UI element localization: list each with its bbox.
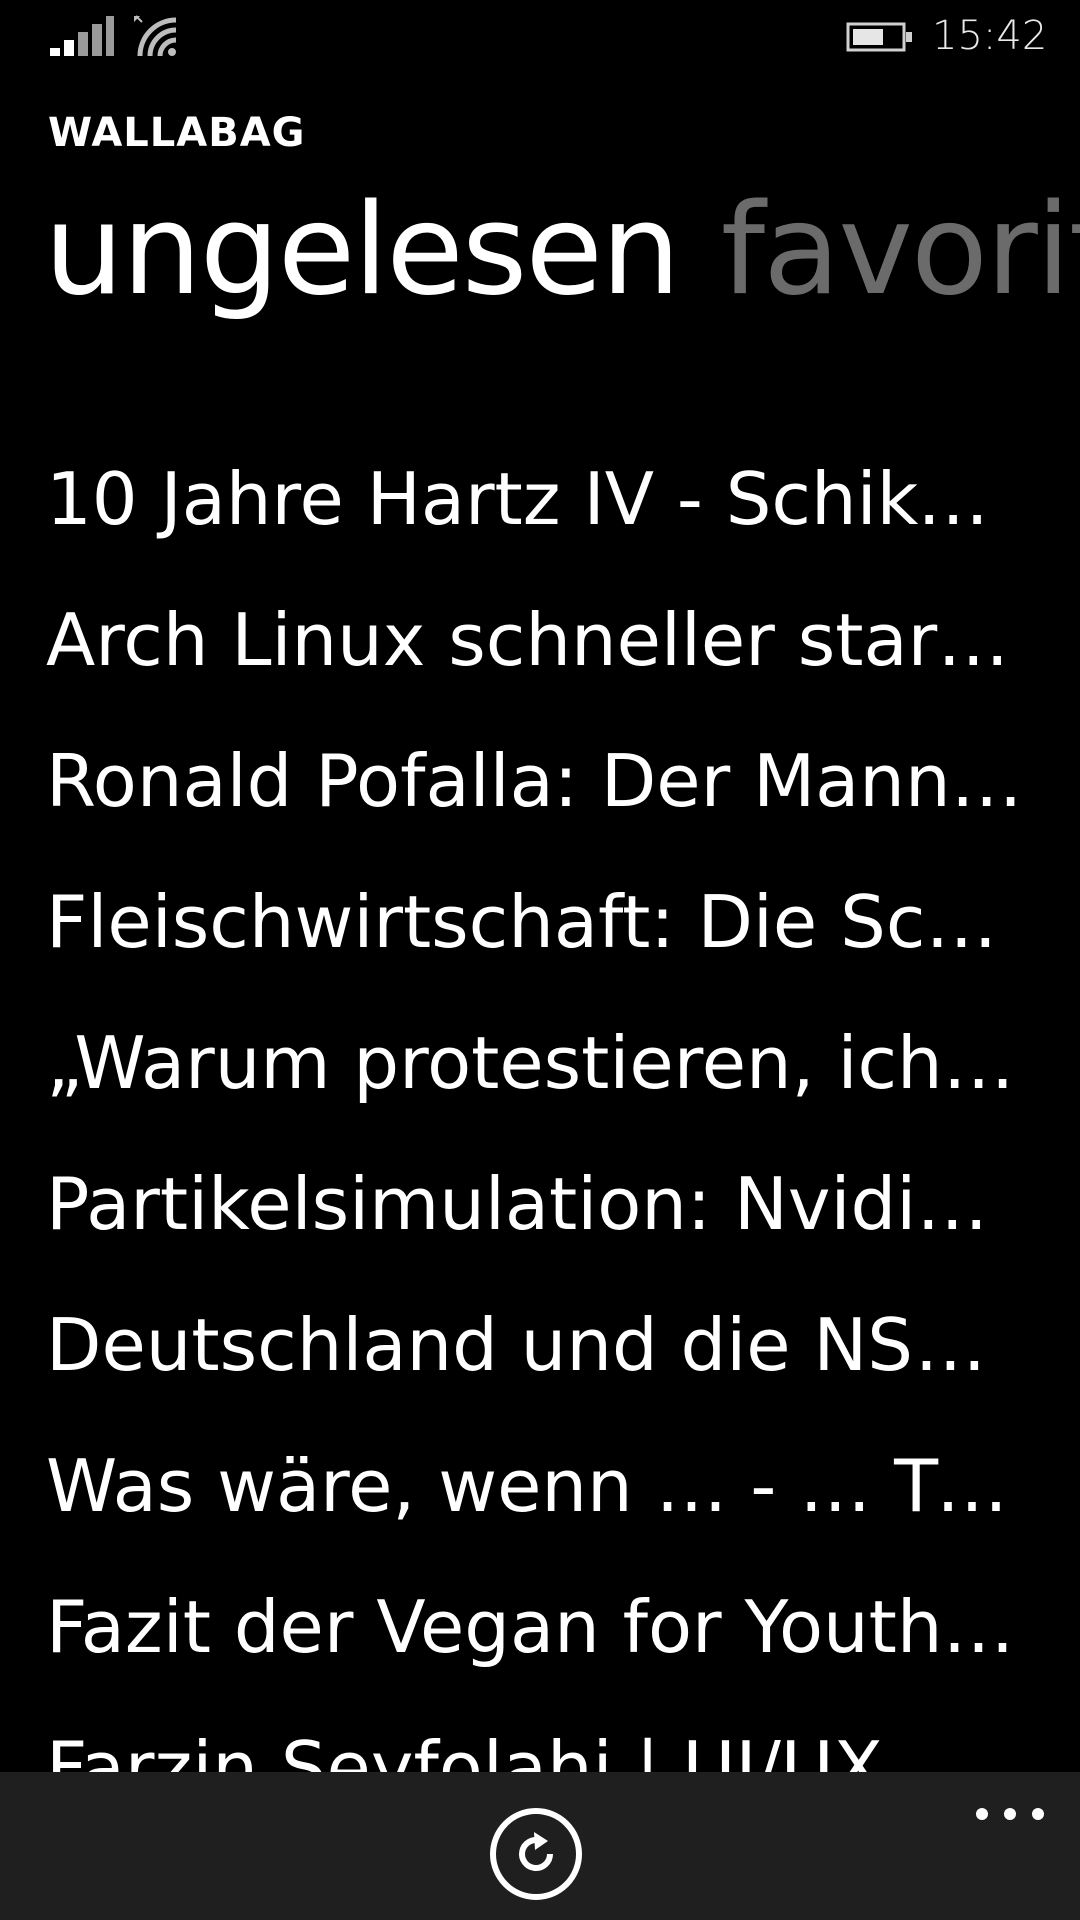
wifi-icon xyxy=(134,15,177,57)
list-item[interactable]: Ronald Pofalla: Der Mann, d… xyxy=(46,720,1026,861)
status-clock: 15:42 xyxy=(932,13,1048,59)
pivot-tab-favorit[interactable]: favorit xyxy=(721,170,1080,330)
refresh-button[interactable] xyxy=(490,1808,582,1900)
list-item[interactable]: Partikelsimulation: Nvidias F… xyxy=(46,1143,1026,1284)
cellular-signal-icon xyxy=(50,16,114,56)
list-item[interactable]: 10 Jahre Hartz IV - Schikane… xyxy=(46,438,1026,579)
refresh-icon xyxy=(519,1832,553,1871)
pivot-header: ungelesen favorit xyxy=(44,170,1080,330)
list-item[interactable]: Deutschland und die NSA -… xyxy=(46,1284,1026,1425)
list-item[interactable]: „Warum protestieren, ich ha… xyxy=(46,1002,1026,1143)
list-item[interactable]: Arch Linux schneller starten xyxy=(46,579,1026,720)
pivot-tab-ungelesen[interactable]: ungelesen xyxy=(44,170,681,330)
battery-icon xyxy=(846,22,912,52)
more-options-icon xyxy=(976,1808,988,1820)
app-bar xyxy=(0,1772,1080,1920)
list-item[interactable]: Fleischwirtschaft: Die Schlac… xyxy=(46,861,1026,1002)
list-item[interactable]: Was wäre, wenn … - … Tiere… xyxy=(46,1425,1026,1566)
article-list: 10 Jahre Hartz IV - Schikane… Arch Linux… xyxy=(46,438,1026,1848)
status-bar: 15:42 xyxy=(0,0,1080,74)
more-options-button[interactable] xyxy=(970,1794,1050,1834)
app-title: WALLABAG xyxy=(48,110,306,156)
list-item[interactable]: Fazit der Vegan for Youth C… xyxy=(46,1566,1026,1707)
